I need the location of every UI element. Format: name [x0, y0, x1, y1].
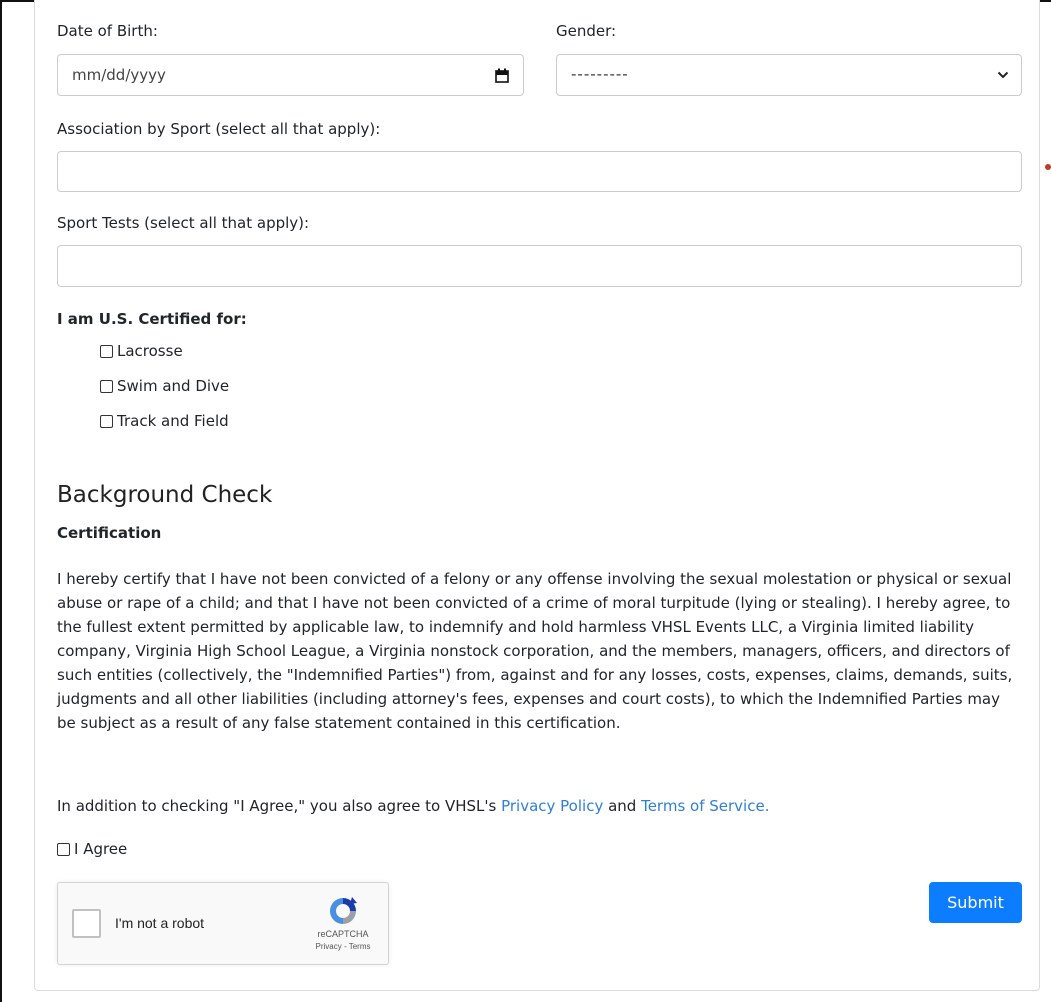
i-agree-checkbox-row[interactable]: I Agree	[57, 840, 127, 858]
sport-tests-label: Sport Tests (select all that apply):	[57, 214, 310, 232]
checkbox[interactable]	[100, 344, 113, 358]
calendar-icon[interactable]	[495, 68, 509, 83]
background-check-heading: Background Check	[57, 482, 273, 508]
checkbox[interactable]	[57, 842, 70, 856]
certified-option-lacrosse[interactable]: Lacrosse	[100, 342, 183, 360]
checkbox[interactable]	[100, 379, 113, 393]
certification-subheading: Certification	[57, 524, 162, 542]
dob-label: Date of Birth:	[57, 22, 158, 40]
agreement-notice: In addition to checking "I Agree," you a…	[57, 797, 769, 815]
gender-select[interactable]: ---------	[556, 54, 1022, 96]
gender-selected-value: ---------	[571, 65, 629, 83]
gender-label: Gender:	[556, 22, 617, 40]
terms-of-service-link[interactable]: Terms of Service.	[641, 797, 769, 815]
dob-input[interactable]: mm/dd/yyyy	[57, 54, 524, 96]
certified-label: I am U.S. Certified for:	[57, 310, 247, 328]
checkbox-label: Track and Field	[117, 412, 229, 430]
checkbox-label: I Agree	[74, 840, 128, 858]
recaptcha-label: I'm not a robot	[115, 915, 205, 931]
checkbox-label: Lacrosse	[117, 342, 183, 360]
association-input[interactable]	[57, 151, 1022, 192]
association-label: Association by Sport (select all that ap…	[57, 120, 381, 138]
sport-tests-input[interactable]	[57, 245, 1022, 287]
checkbox-label: Swim and Dive	[117, 377, 230, 395]
privacy-policy-link[interactable]: Privacy Policy	[501, 797, 603, 815]
recaptcha-brand: reCAPTCHA	[317, 929, 369, 939]
certified-option-track-and-field[interactable]: Track and Field	[100, 412, 229, 430]
checkbox[interactable]	[100, 414, 113, 428]
recaptcha-widget: I'm not a robot reCAPTCHA Privacy - Term…	[57, 882, 389, 965]
certification-paragraph: I hereby certify that I have not been co…	[57, 570, 1013, 732]
agreement-prefix: In addition to checking "I Agree," you a…	[57, 797, 502, 815]
recaptcha-checkbox[interactable]	[72, 909, 101, 938]
dob-placeholder: mm/dd/yyyy	[72, 66, 166, 84]
side-marker	[1045, 164, 1051, 170]
recaptcha-icon	[330, 897, 357, 924]
recaptcha-privacy-terms[interactable]: Privacy - Terms	[310, 942, 376, 951]
agreement-and: and	[603, 797, 642, 815]
certified-option-swim-and-dive[interactable]: Swim and Dive	[100, 377, 229, 395]
submit-button[interactable]: Submit	[929, 882, 1022, 923]
chevron-down-icon	[997, 71, 1009, 79]
